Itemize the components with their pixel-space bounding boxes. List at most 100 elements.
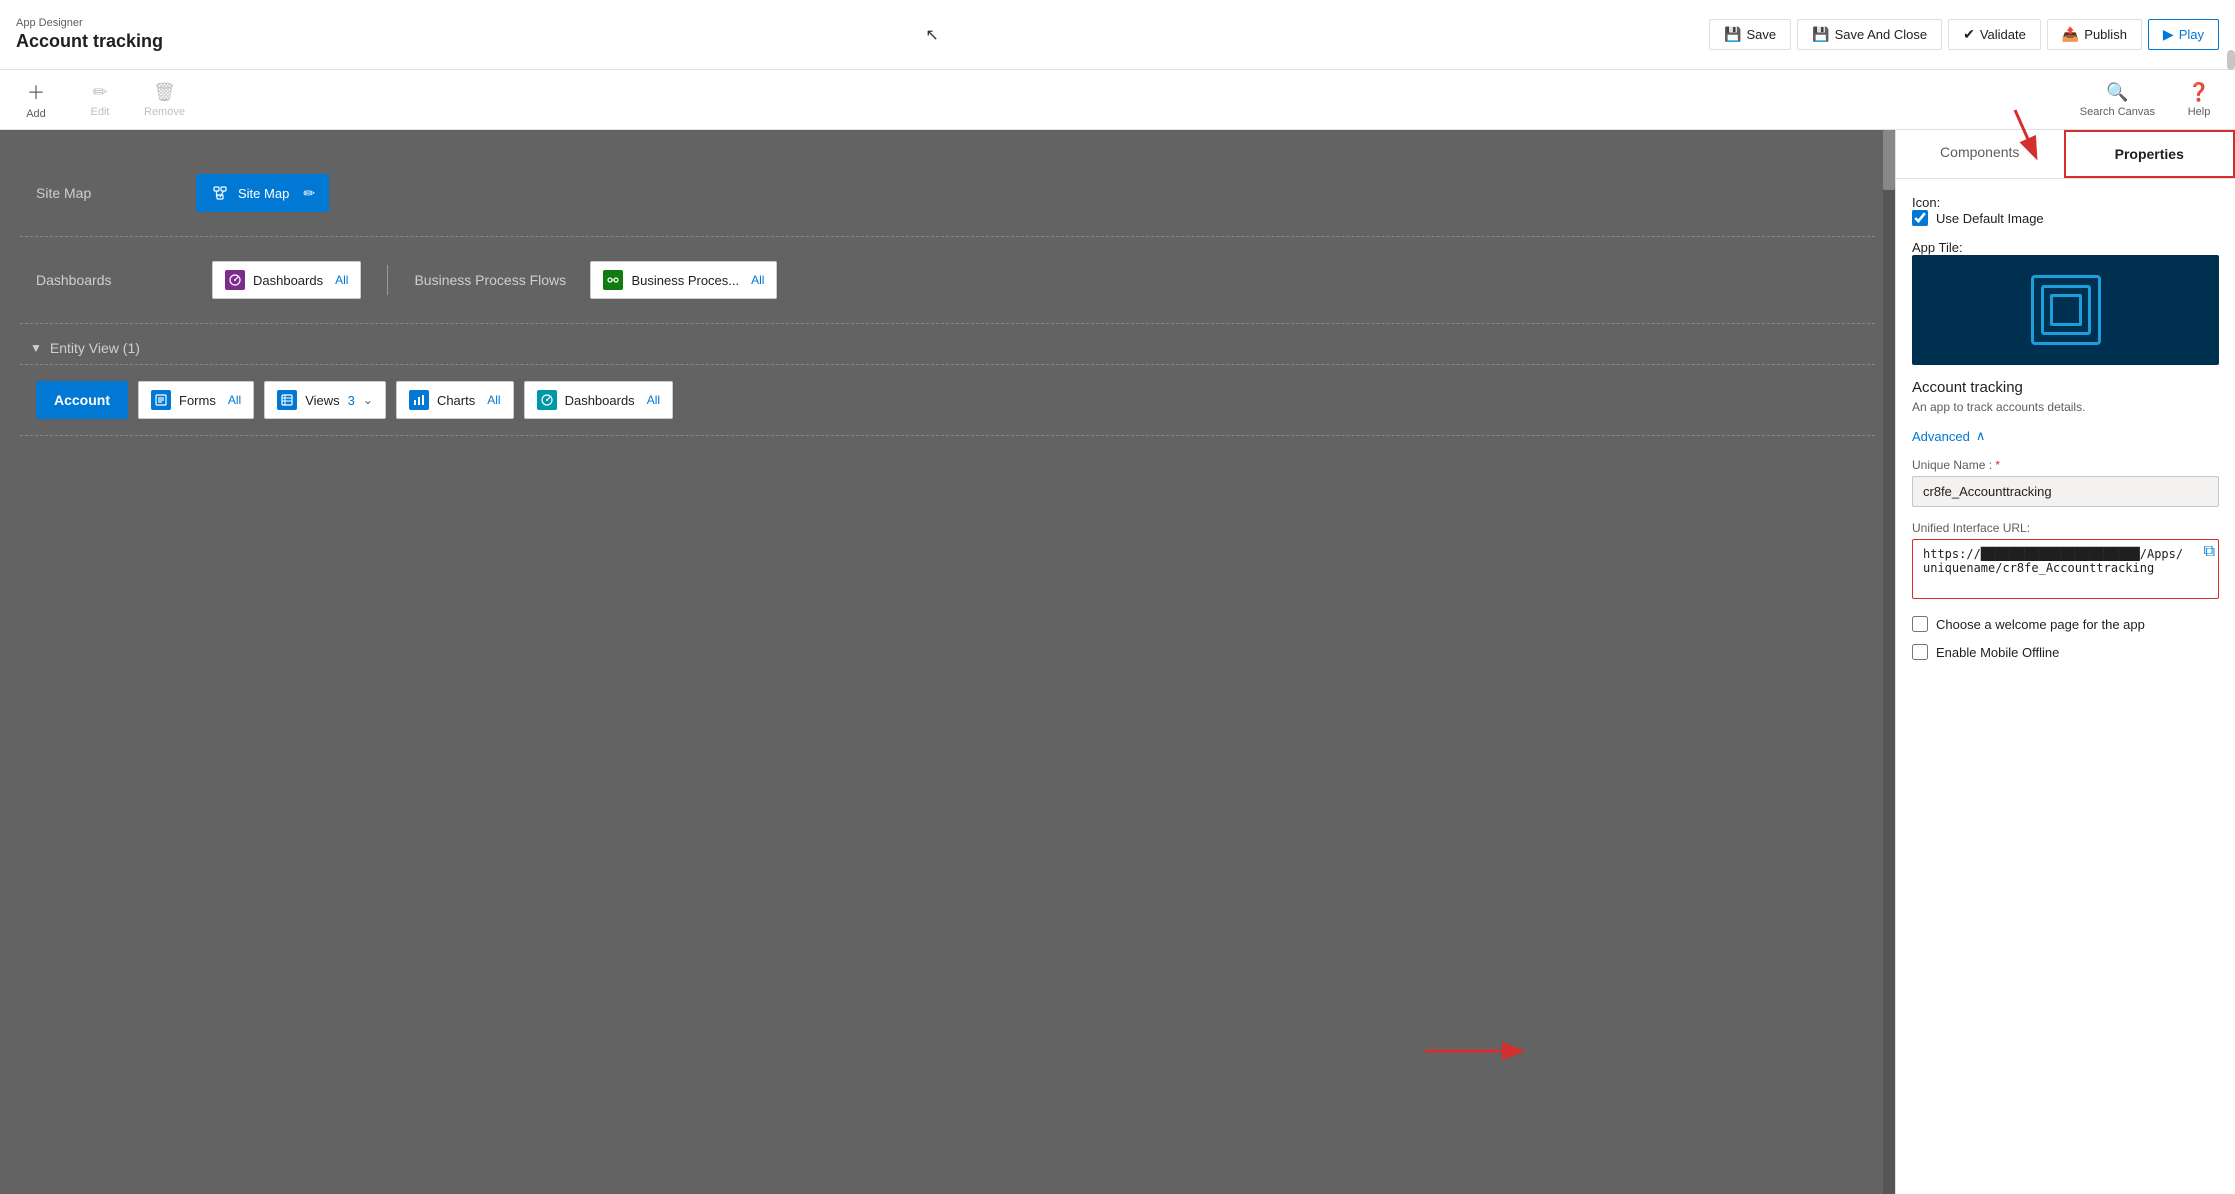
forms-icon <box>151 390 171 410</box>
canvas-empty-space <box>20 436 1875 736</box>
sitemap-content: Site Map ✏ <box>196 174 329 212</box>
unique-name-input[interactable] <box>1912 476 2219 507</box>
entity-view-label: Entity View (1) <box>50 340 140 356</box>
dashboards2-icon <box>537 390 557 410</box>
charts-icon <box>409 390 429 410</box>
sitemap-section-label: Site Map <box>36 185 196 201</box>
dashboards2-badge: All <box>647 393 660 407</box>
panel-content: Icon: Use Default Image App Tile: <box>1896 179 2235 1194</box>
welcome-page-row: Choose a welcome page for the app <box>1912 616 2219 632</box>
forms-badge: All <box>228 393 241 407</box>
account-button[interactable]: Account <box>36 381 128 419</box>
top-bar-actions: 💾 Save 💾 Save And Close ✔ Validate 📤 Pub… <box>1709 19 2219 50</box>
bpf-icon <box>603 270 623 290</box>
bpf-content: Business Proces... All <box>590 261 777 299</box>
add-tool[interactable]: ＋ Add <box>16 79 56 120</box>
cursor-icon: ↖ <box>925 25 938 45</box>
advanced-link[interactable]: Advanced ∧ <box>1912 428 2219 444</box>
app-designer-label: App Designer <box>16 17 163 29</box>
toolbar: ＋ Add ✏ Edit 🗑 Remove 🔍 Search Canvas ❓ … <box>0 70 2235 130</box>
help-icon: ❓ <box>2188 82 2210 103</box>
app-tile-section: App Tile: <box>1912 240 2219 365</box>
bpf-label: Business Proces... <box>631 273 739 288</box>
unique-name-label: Unique Name : <box>1912 458 2219 472</box>
edit-icon: ✏ <box>92 82 107 103</box>
url-copy-button[interactable]: ⧉ <box>2204 543 2215 561</box>
save-close-icon: 💾 <box>1812 26 1829 43</box>
sitemap-box[interactable]: Site Map ✏ <box>196 174 329 212</box>
unified-url-input[interactable]: https://██████████████████████/Apps/uniq… <box>1912 539 2219 599</box>
save-icon: 💾 <box>1724 26 1741 43</box>
sitemap-edit-icon[interactable]: ✏ <box>303 185 315 202</box>
app-title: Account tracking <box>16 31 163 52</box>
url-field-wrap: https://██████████████████████/Apps/uniq… <box>1912 539 2219 602</box>
unified-url-field: Unified Interface URL: https://█████████… <box>1912 521 2219 602</box>
dashboards-icon <box>225 270 245 290</box>
welcome-page-checkbox[interactable] <box>1912 616 1928 632</box>
views-box[interactable]: Views 3 ⌄ <box>264 381 386 419</box>
main-layout: Site Map Site Map ✏ Dashboards <box>0 130 2235 1194</box>
views-icon <box>277 390 297 410</box>
add-icon: ＋ <box>27 79 45 105</box>
charts-label: Charts <box>437 393 475 408</box>
validate-icon: ✔ <box>1963 26 1975 43</box>
remove-tool[interactable]: 🗑 Remove <box>144 82 185 118</box>
properties-tab[interactable]: Properties <box>2064 130 2235 178</box>
validate-button[interactable]: ✔ Validate <box>1948 19 2041 50</box>
icon-label: Icon: <box>1912 195 1940 210</box>
help-tool[interactable]: ❓ Help <box>2179 82 2219 118</box>
publish-button[interactable]: 📤 Publish <box>2047 19 2142 50</box>
save-and-close-button[interactable]: 💾 Save And Close <box>1797 19 1942 50</box>
app-desc-text: An app to track accounts details. <box>1912 400 2219 414</box>
app-tile-label: App Tile: <box>1912 240 1963 255</box>
dashboards-box[interactable]: Dashboards All <box>212 261 361 299</box>
views-label: Views <box>305 393 339 408</box>
views-chevron-icon[interactable]: ⌄ <box>363 393 373 407</box>
top-bar: App Designer Account tracking ↖ 💾 Save 💾… <box>0 0 2235 70</box>
welcome-page-label: Choose a welcome page for the app <box>1936 617 2145 632</box>
play-icon: ▶ <box>2163 26 2174 43</box>
forms-label: Forms <box>179 393 216 408</box>
panel-tabs: Components Properties <box>1896 130 2235 179</box>
dashboards-label: Dashboards <box>253 273 323 288</box>
dashboards2-label: Dashboards <box>565 393 635 408</box>
advanced-chevron-icon: ∧ <box>1976 428 1986 444</box>
entity-chevron-icon[interactable]: ▼ <box>30 341 42 355</box>
entity-row: Account Forms All Views 3 ⌄ <box>20 364 1875 436</box>
bpf-box[interactable]: Business Proces... All <box>590 261 777 299</box>
search-icon: 🔍 <box>2106 82 2128 103</box>
unique-name-field: Unique Name : <box>1912 458 2219 507</box>
edit-tool[interactable]: ✏ Edit <box>80 82 120 118</box>
bpf-badge: All <box>751 273 764 287</box>
mobile-offline-row: Enable Mobile Offline <box>1912 644 2219 660</box>
sitemap-row: Site Map Site Map ✏ <box>20 150 1875 237</box>
components-tab[interactable]: Components <box>1896 130 2064 178</box>
toolbar-right: 🔍 Search Canvas ❓ Help <box>2080 82 2219 118</box>
app-tile <box>1912 255 2219 365</box>
dashboards2-box[interactable]: Dashboards All <box>524 381 673 419</box>
canvas-scroll[interactable]: Site Map Site Map ✏ Dashboards <box>0 130 1895 1194</box>
app-name-text: Account tracking <box>1912 379 2219 396</box>
charts-box[interactable]: Charts All <box>396 381 514 419</box>
use-default-image-label: Use Default Image <box>1936 211 2044 226</box>
views-count: 3 <box>348 393 355 408</box>
mobile-offline-checkbox[interactable] <box>1912 644 1928 660</box>
remove-icon: 🗑 <box>153 82 176 103</box>
sitemap-label: Site Map <box>238 186 289 201</box>
use-default-image-row: Use Default Image <box>1912 210 2219 226</box>
dashboards-row: Dashboards Dashboards All Business Proce… <box>20 237 1875 324</box>
advanced-label: Advanced <box>1912 429 1970 444</box>
charts-badge: All <box>487 393 500 407</box>
canvas-area: Site Map Site Map ✏ Dashboards <box>0 130 1895 1194</box>
save-button[interactable]: 💾 Save <box>1709 19 1791 50</box>
entity-view-header: ▼ Entity View (1) <box>20 324 1875 364</box>
dashboards-content: Dashboards All <box>212 261 361 299</box>
top-bar-left: App Designer Account tracking <box>16 17 163 52</box>
play-button[interactable]: ▶ Play <box>2148 19 2219 50</box>
dashboards-badge: All <box>335 273 348 287</box>
bpf-section-label: Business Process Flows <box>414 272 574 288</box>
search-canvas-tool[interactable]: 🔍 Search Canvas <box>2080 82 2155 118</box>
dashboards-section-label: Dashboards <box>36 272 196 288</box>
use-default-image-checkbox[interactable] <box>1912 210 1928 226</box>
forms-box[interactable]: Forms All <box>138 381 254 419</box>
